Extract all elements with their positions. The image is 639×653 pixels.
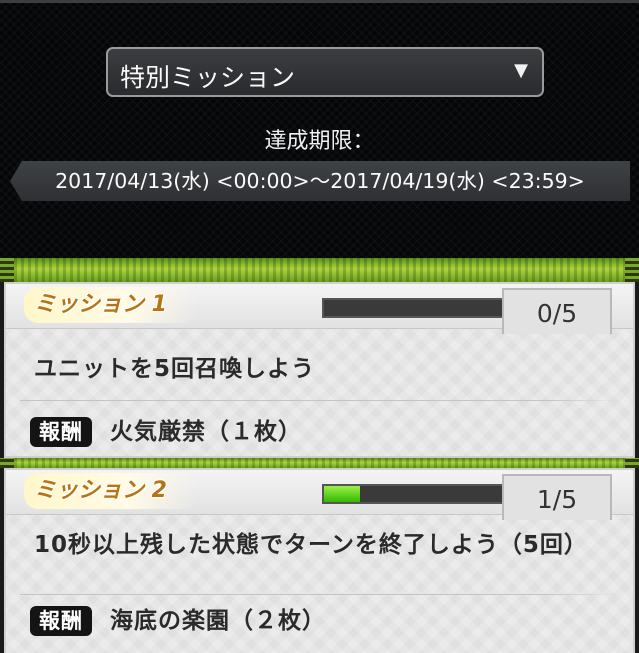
reward-badge: 報酬 <box>30 606 92 636</box>
mission-card: ミッション 1 0/5 ユニットを5回召喚しよう 報酬 火気厳禁（１枚） <box>4 282 635 458</box>
mission-progress-bar <box>322 484 504 504</box>
mission-description: 10秒以上残した状態でターンを終了しよう（5回） <box>34 532 588 558</box>
divider-band <box>0 258 639 282</box>
deadline-period: 2017/04/13(水) <00:00>～2017/04/19(水) <23:… <box>10 161 630 201</box>
divider-band <box>0 458 639 468</box>
divider <box>20 594 620 595</box>
triangle-down-icon: ▼ <box>514 60 528 81</box>
mission-type-dropdown[interactable]: 特別ミッション ▼ <box>106 47 544 97</box>
mission-progress-bar <box>322 298 504 318</box>
mission-header: 特別ミッション ▼ 達成期限： 2017/04/13(水) <00:00>～20… <box>0 0 639 258</box>
mission-title: ミッション 2 <box>24 473 197 509</box>
reward-text: 海底の楽園（２枚） <box>110 608 326 634</box>
mission-progress-fill <box>324 486 360 502</box>
mission-type-selected: 特別ミッション <box>120 63 296 92</box>
divider <box>20 400 620 401</box>
mission-title: ミッション 1 <box>24 287 197 323</box>
mission-card: ミッション 2 1/5 10秒以上残した状態でターンを終了しよう（5回） 報酬 … <box>4 468 635 653</box>
deadline-label: 達成期限： <box>264 129 375 154</box>
reward-text: 火気厳禁（１枚） <box>110 419 302 445</box>
mission-progress-count: 1/5 <box>502 474 612 520</box>
reward-badge: 報酬 <box>30 417 92 447</box>
mission-progress-count: 0/5 <box>502 288 612 334</box>
mission-description: ユニットを5回召喚しよう <box>34 356 316 382</box>
